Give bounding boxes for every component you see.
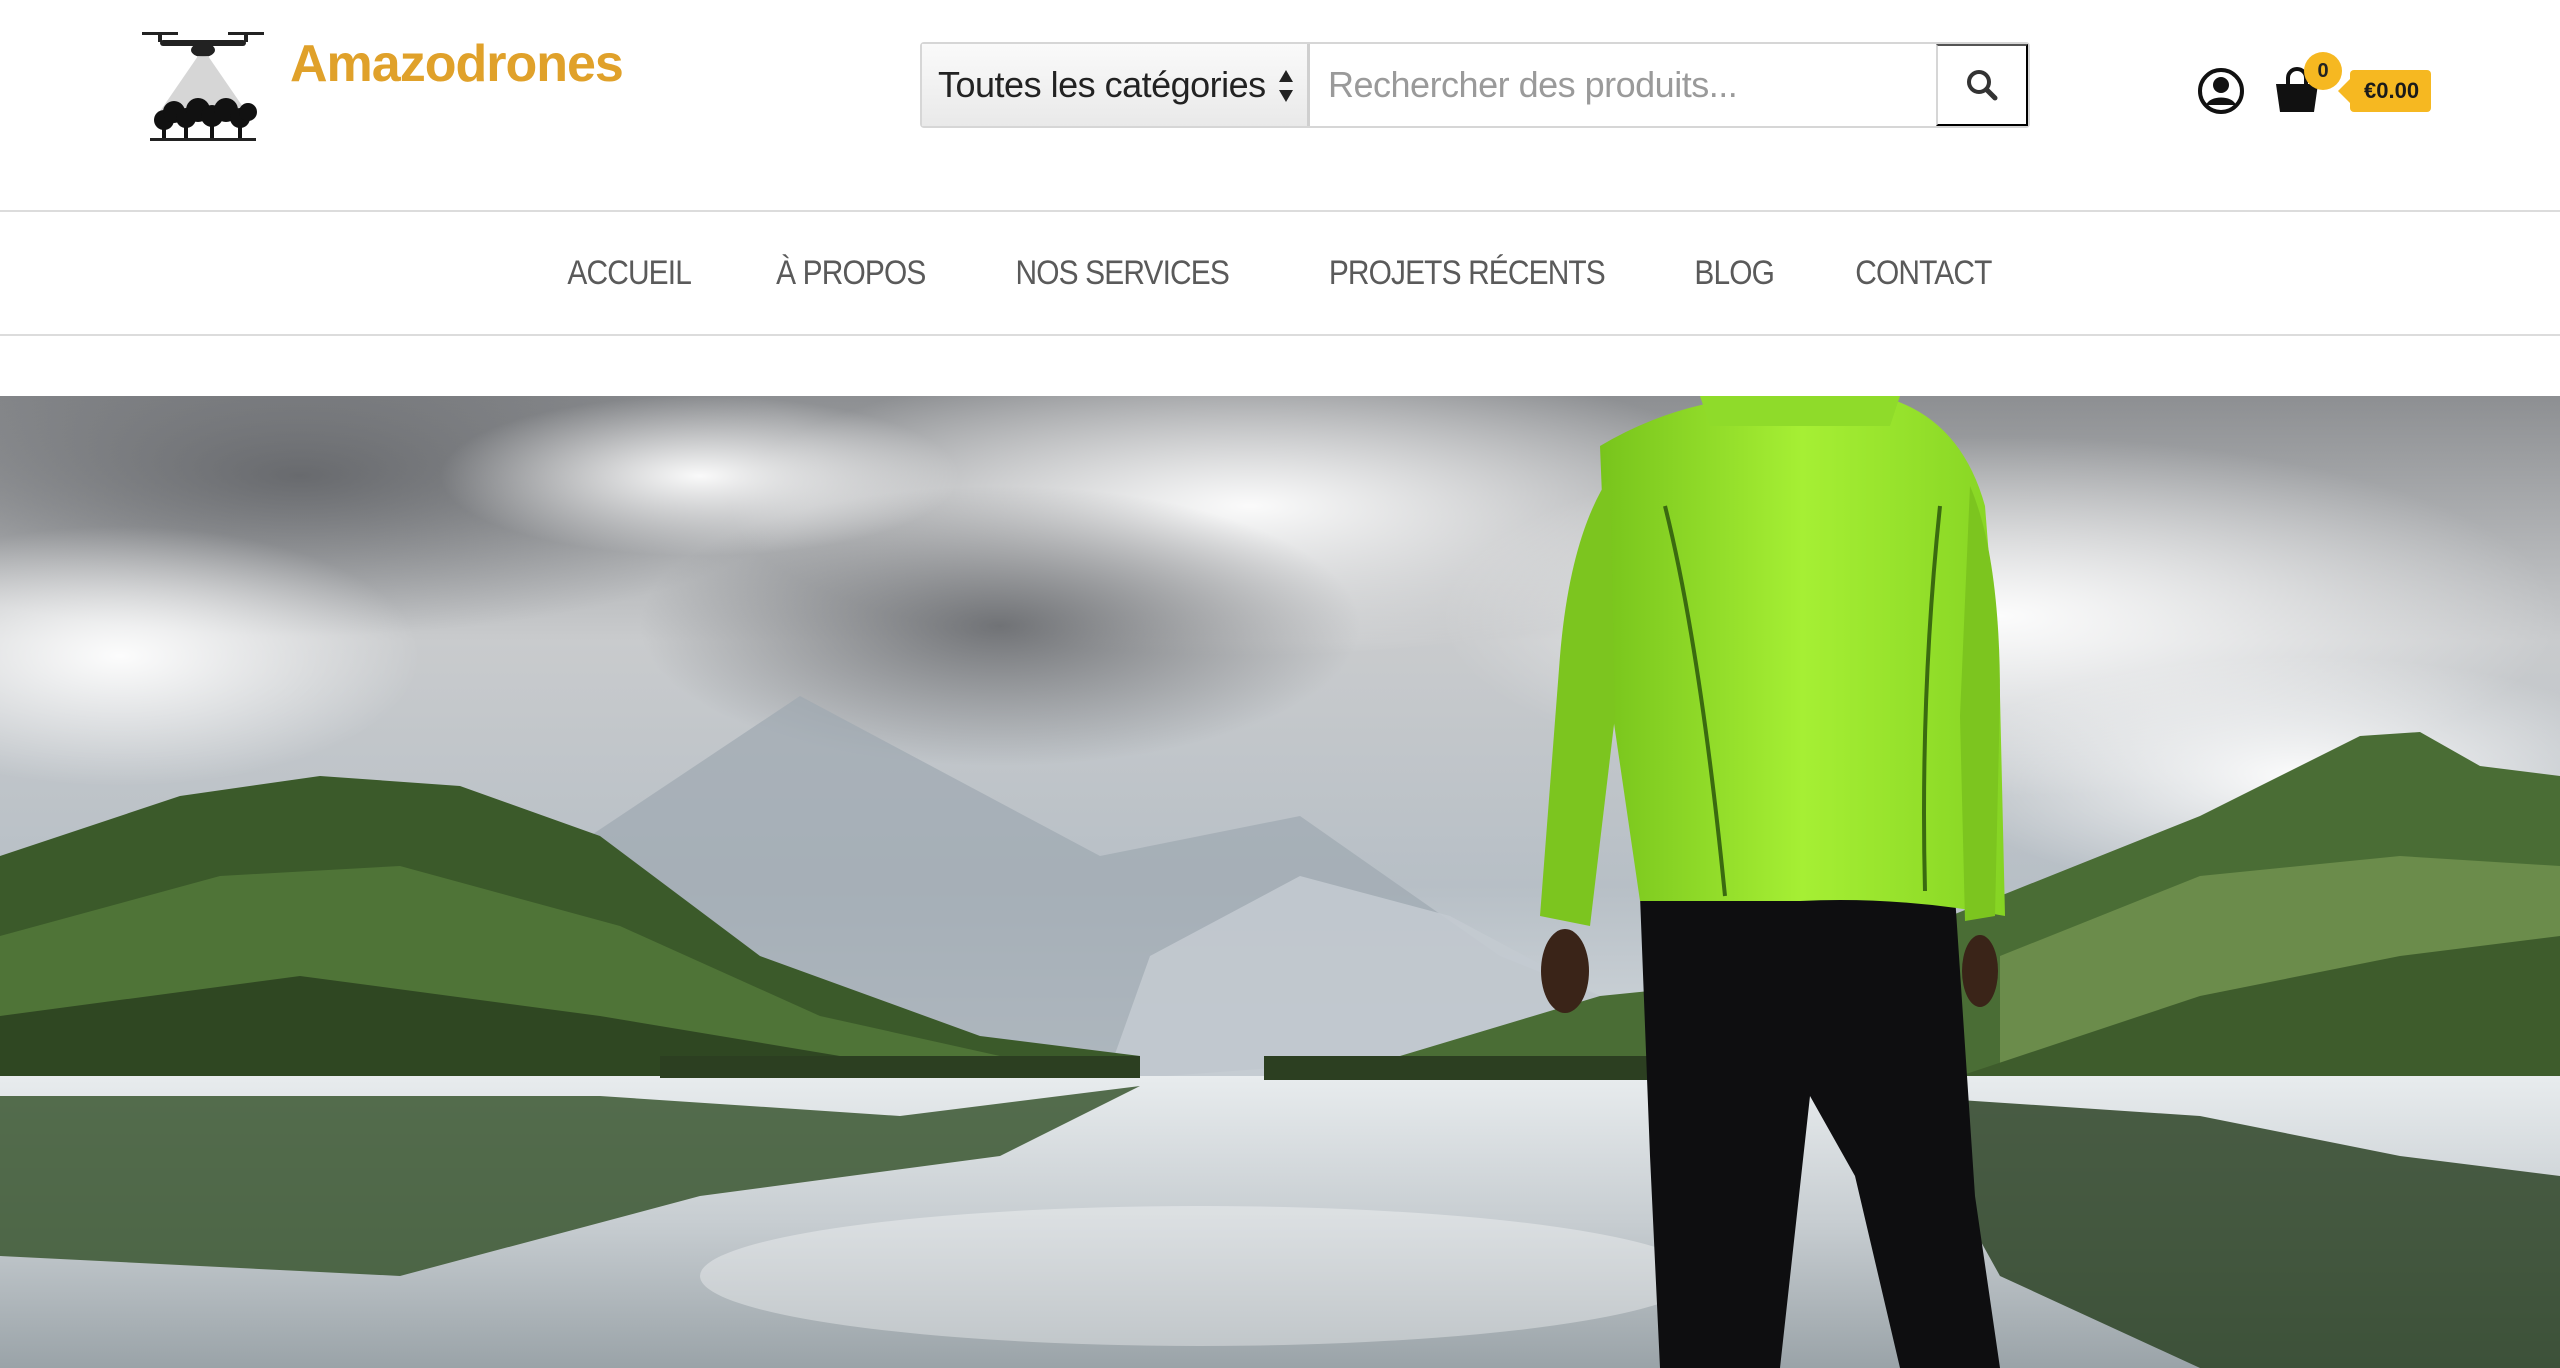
site-title[interactable]: Amazodrones: [290, 34, 624, 94]
nav-list: ACCUEIL À PROPOS NOS SERVICES PROJETS RÉ…: [0, 212, 2560, 334]
nav-item-nos-services[interactable]: NOS SERVICES: [987, 254, 1258, 293]
site-logo-link[interactable]: Amazodrones: [140, 28, 624, 154]
nav-item-a-propos[interactable]: À PROPOS: [747, 254, 954, 293]
search-icon: [1967, 70, 1998, 101]
site-header: Amazodrones Toutes les catégories Recher…: [0, 0, 2560, 212]
search-button[interactable]: [1936, 44, 2028, 126]
main-navigation: ACCUEIL À PROPOS NOS SERVICES PROJETS RÉ…: [0, 212, 2560, 336]
category-select-value: Toutes les catégories: [938, 64, 1266, 105]
product-search-form: Toutes les catégories: [920, 42, 2030, 128]
hero-banner: [0, 396, 2560, 1368]
nav-item-contact[interactable]: CONTACT: [1826, 254, 2020, 293]
cart-button[interactable]: 0 €0.00: [2272, 52, 2432, 122]
select-arrows-icon: [1279, 70, 1293, 102]
nav-item-blog[interactable]: BLOG: [1666, 254, 1804, 293]
user-circle-icon: [2198, 68, 2244, 114]
nav-item-accueil[interactable]: ACCUEIL: [539, 254, 721, 293]
search-input[interactable]: [1310, 44, 1936, 126]
cart-count-badge: 0: [2304, 52, 2342, 90]
category-select[interactable]: Toutes les catégories: [922, 44, 1310, 126]
mountain-lake-hiker-photo: [0, 396, 2560, 1368]
account-button[interactable]: [2196, 66, 2246, 116]
cart-total: €0.00: [2337, 70, 2432, 112]
nav-item-projets-recents[interactable]: PROJETS RÉCENTS: [1299, 254, 1633, 293]
drone-trees-logo: [142, 32, 264, 141]
